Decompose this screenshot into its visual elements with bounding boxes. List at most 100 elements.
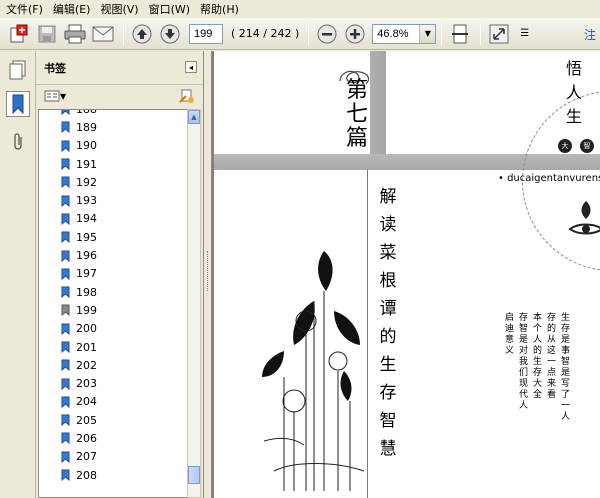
bookmark-item[interactable]: 193	[39, 191, 187, 209]
bookmark-label: 190	[76, 139, 97, 153]
body-text-column: 本个人的生存大全	[532, 313, 542, 400]
collapse-panel-button[interactable]: ◂	[185, 61, 197, 73]
bookmark-label: 200	[76, 322, 97, 336]
bookmark-icon	[61, 341, 70, 353]
zoom-dropdown-button[interactable]: ▼	[419, 24, 436, 43]
save-icon	[38, 25, 56, 42]
pill-group: 大 智 慧	[558, 139, 600, 153]
menu-edit[interactable]: 编辑(E)	[53, 1, 91, 17]
document-view[interactable]: 第七篇 解读菜根谭的生存智慧 悟人生 大 智 慧 • ducaigentanvu…	[212, 51, 600, 498]
pill: 大	[558, 139, 572, 153]
bookmark-icon	[61, 140, 70, 152]
bookmark-item[interactable]: 194	[39, 210, 187, 228]
bookmark-item[interactable]: 204	[39, 393, 187, 411]
attachments-panel-button[interactable]	[6, 129, 30, 155]
bookmark-icon	[61, 231, 70, 244]
bookmark-item[interactable]: 199	[39, 301, 187, 319]
scroll-thumb[interactable]	[188, 466, 200, 484]
bookmark-item[interactable]: 197	[39, 265, 187, 283]
email-button[interactable]	[90, 21, 116, 47]
zoom-out-button[interactable]	[314, 21, 340, 47]
pill: 智	[580, 139, 594, 153]
fullscreen-button[interactable]	[486, 21, 512, 47]
body-text-column: 启迪意义	[504, 313, 514, 356]
bookmark-label: 194	[76, 212, 97, 226]
splitter-grip[interactable]	[207, 251, 209, 291]
paperclip-icon	[14, 133, 22, 150]
bookmark-item[interactable]: 191	[39, 155, 187, 173]
bookmark-item[interactable]: 192	[39, 173, 187, 191]
scroll-up-button[interactable]: ▲	[188, 110, 200, 124]
bookmark-label: 193	[76, 194, 97, 208]
bookmarks-header: 书签	[36, 51, 203, 85]
bookmark-icon	[61, 121, 70, 134]
bookmark-item[interactable]: 203	[39, 374, 187, 392]
bookmark-item[interactable]: 196	[39, 246, 187, 264]
bookmark-icon	[61, 304, 70, 317]
zoom-input[interactable]	[373, 24, 420, 43]
bookmark-icon	[61, 268, 70, 280]
bookmark-label: 205	[76, 413, 97, 427]
bookmark-item[interactable]: 190	[39, 137, 187, 155]
bookmark-item[interactable]: 189	[39, 118, 187, 136]
bookmarks-toolbar: ▼	[36, 85, 203, 107]
menu-file[interactable]: 文件(F)	[6, 1, 43, 17]
page-number-input[interactable]	[189, 23, 223, 44]
bookmark-item[interactable]: 202	[39, 356, 187, 374]
toolbar: ( 214 / 242 ) ▼ ☰ 注	[0, 18, 600, 50]
fit-page-icon	[452, 24, 469, 43]
bookmark-options-button[interactable]: ▼	[44, 90, 66, 102]
email-icon	[92, 26, 114, 41]
bookmarks-scrollbar[interactable]: ▲	[187, 109, 201, 498]
chevron-left-icon: ◂	[188, 62, 193, 72]
pages-panel-button[interactable]	[6, 57, 30, 83]
chevron-up-icon: ▲	[191, 113, 197, 121]
pages-icon	[9, 60, 26, 80]
print-button[interactable]	[62, 21, 88, 47]
toolbar-options-icon[interactable]: ☰	[520, 28, 529, 39]
bookmark-item[interactable]: 201	[39, 338, 187, 356]
zoom-in-icon	[345, 24, 365, 43]
bookmark-label: 191	[76, 157, 97, 171]
menu-window[interactable]: 窗口(W)	[149, 1, 190, 17]
bookmark-item[interactable]: 207	[39, 448, 187, 466]
toolbar-right-label[interactable]: 注	[584, 26, 596, 43]
fit-page-button[interactable]	[447, 21, 473, 47]
save-button[interactable]	[34, 21, 60, 47]
body-text-column: 生存是事智是写了一人	[560, 313, 570, 422]
chevron-down-icon: ▼	[424, 29, 431, 38]
pane-splitter[interactable]	[204, 51, 212, 498]
next-page-button[interactable]	[157, 21, 183, 47]
bookmark-icon	[12, 94, 24, 114]
menu-bar: 文件(F) 编辑(E) 视图(V) 窗口(W) 帮助(H)	[0, 0, 600, 18]
chapter-title: 第七篇	[345, 78, 368, 151]
prev-page-button[interactable]	[129, 21, 155, 47]
delete-bookmark-button[interactable]	[179, 88, 195, 107]
menu-view[interactable]: 视图(V)	[100, 1, 138, 17]
bookmark-item[interactable]: 208	[39, 466, 187, 484]
bookmark-item[interactable]: 206	[39, 429, 187, 447]
bookmark-item[interactable]: 198	[39, 283, 187, 301]
bookmark-label: 208	[76, 468, 97, 482]
bookmark-icon	[61, 286, 70, 299]
bookmark-item[interactable]: 200	[39, 320, 187, 338]
bookmark-label: 195	[76, 230, 97, 244]
navigation-pane-strip	[0, 51, 36, 498]
bookmark-item[interactable]: 195	[39, 228, 187, 246]
ornament-emblem-icon	[568, 201, 600, 235]
bookmarks-panel-button[interactable]	[6, 91, 30, 117]
bookmark-icon	[61, 359, 70, 372]
bookmark-icon	[61, 451, 70, 463]
bookmark-item[interactable]: 188	[39, 110, 187, 118]
bookmark-icon	[61, 176, 70, 189]
bookmark-label: 206	[76, 431, 97, 445]
create-pdf-icon	[10, 24, 28, 42]
menu-help[interactable]: 帮助(H)	[200, 1, 239, 17]
bookmark-item[interactable]: 205	[39, 411, 187, 429]
bookmark-icon	[61, 158, 70, 171]
create-pdf-button[interactable]	[6, 21, 32, 47]
bookmark-icon	[61, 414, 70, 427]
zoom-select[interactable]: ▼	[372, 23, 437, 44]
bookmark-label: 197	[76, 267, 97, 281]
zoom-in-button[interactable]	[342, 21, 368, 47]
